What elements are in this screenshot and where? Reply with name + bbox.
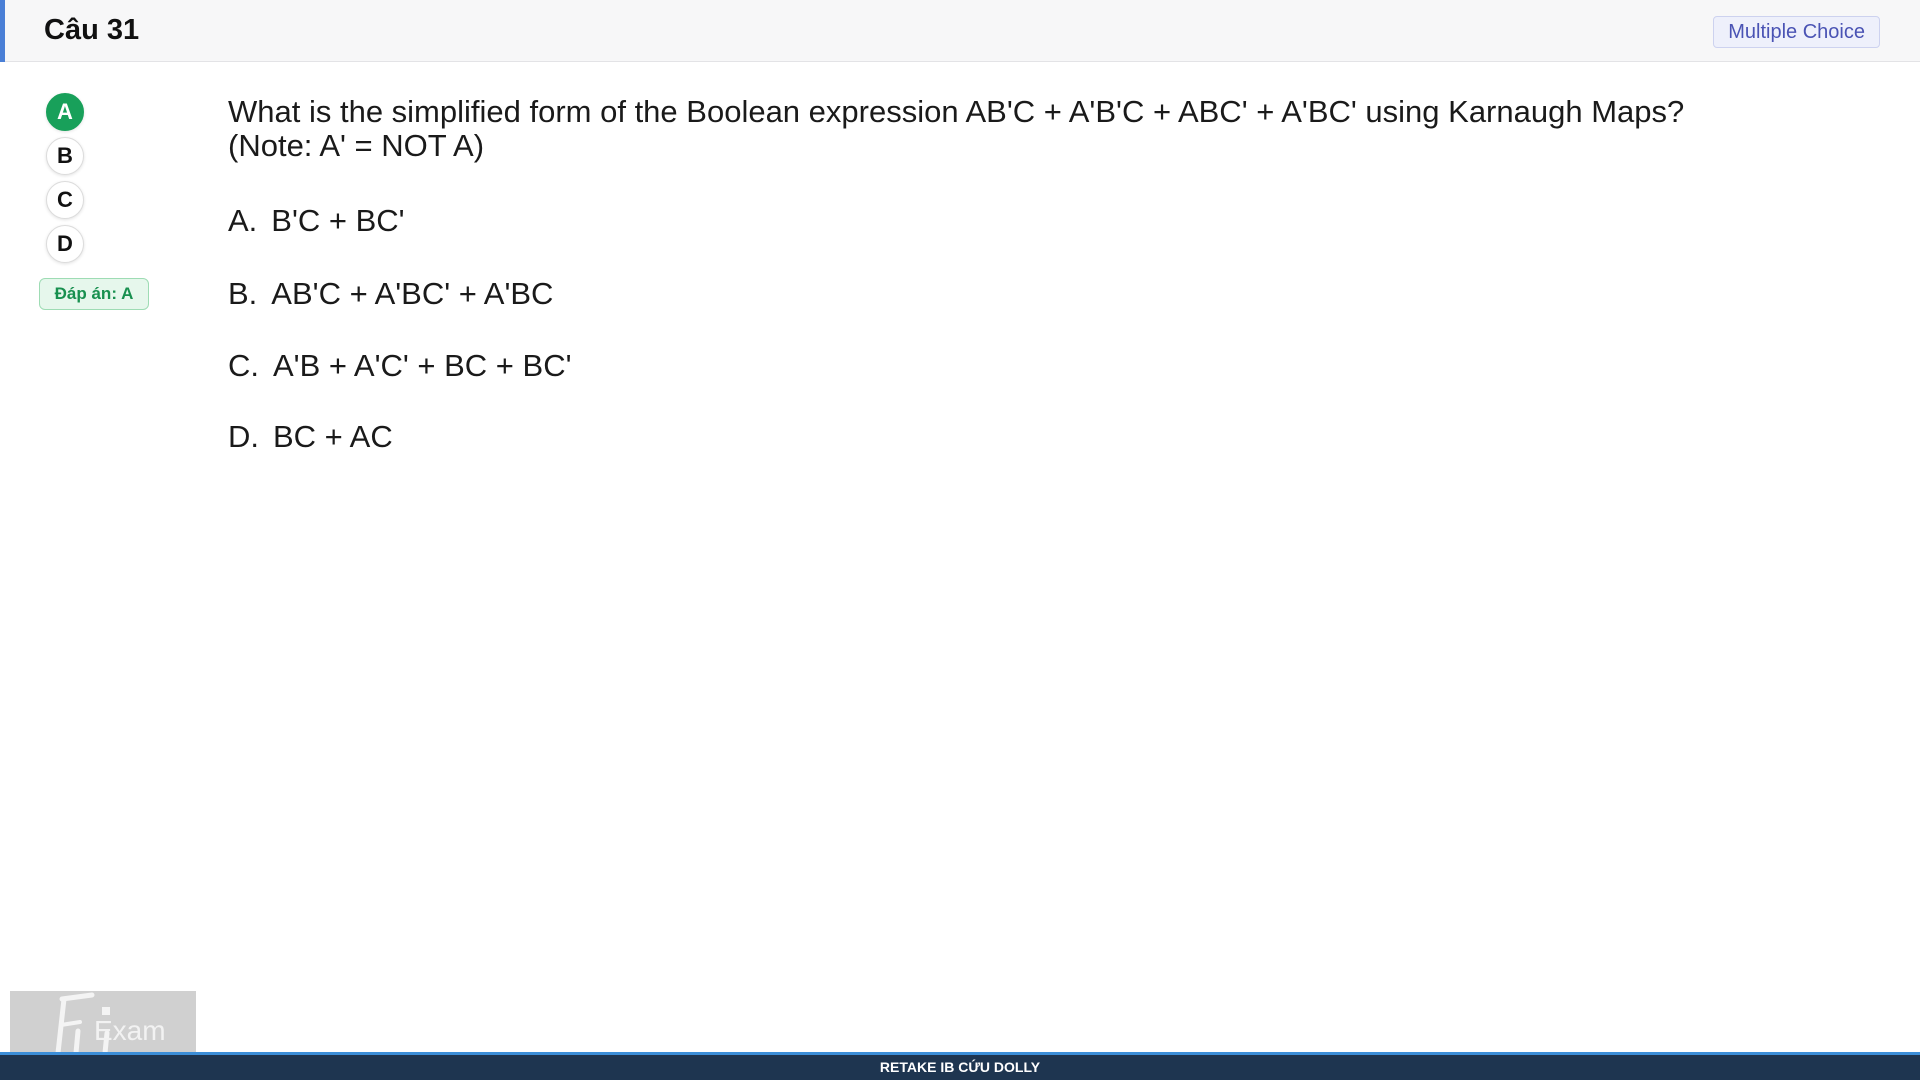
choice-a: A. B'C + BC' bbox=[228, 203, 405, 239]
choice-text: BC + AC bbox=[273, 419, 393, 454]
footer-bar: RETAKE IB CỨU DOLLY bbox=[0, 1052, 1920, 1080]
question-text-line-1: What is the simplified form of the Boole… bbox=[228, 94, 1685, 129]
question-header: Câu 31 Multiple Choice bbox=[0, 0, 1920, 62]
choice-letter: D. bbox=[228, 419, 259, 454]
logo-text: Exam bbox=[94, 1015, 166, 1046]
option-d-button[interactable]: D bbox=[46, 225, 84, 263]
choice-text: A'B + A'C' + BC + BC' bbox=[273, 348, 572, 383]
choice-c: C. A'B + A'C' + BC + BC' bbox=[228, 348, 572, 384]
question-number-title: Câu 31 bbox=[44, 14, 140, 46]
choice-d: D. BC + AC bbox=[228, 419, 393, 455]
footer-text: RETAKE IB CỨU DOLLY bbox=[879, 1059, 1041, 1075]
question-type-badge: Multiple Choice bbox=[1713, 16, 1880, 48]
option-b-button[interactable]: B bbox=[46, 137, 84, 175]
choice-letter: A. bbox=[228, 203, 258, 238]
option-c-button[interactable]: C bbox=[46, 181, 84, 219]
choice-text: B'C + BC' bbox=[271, 203, 405, 238]
question-text: What is the simplified form of the Boole… bbox=[228, 95, 1788, 163]
choice-letter: B. bbox=[228, 276, 258, 311]
correct-answer-badge: Đáp án: A bbox=[39, 278, 149, 310]
question-text-line-2: (Note: A' = NOT A) bbox=[228, 128, 485, 163]
choice-text: AB'C + A'BC' + A'BC bbox=[271, 276, 554, 311]
choice-letter: C. bbox=[228, 348, 259, 383]
choice-b: B. AB'C + A'BC' + A'BC bbox=[228, 276, 553, 312]
header-accent-bar bbox=[0, 0, 5, 62]
option-a-button[interactable]: A bbox=[46, 93, 84, 131]
